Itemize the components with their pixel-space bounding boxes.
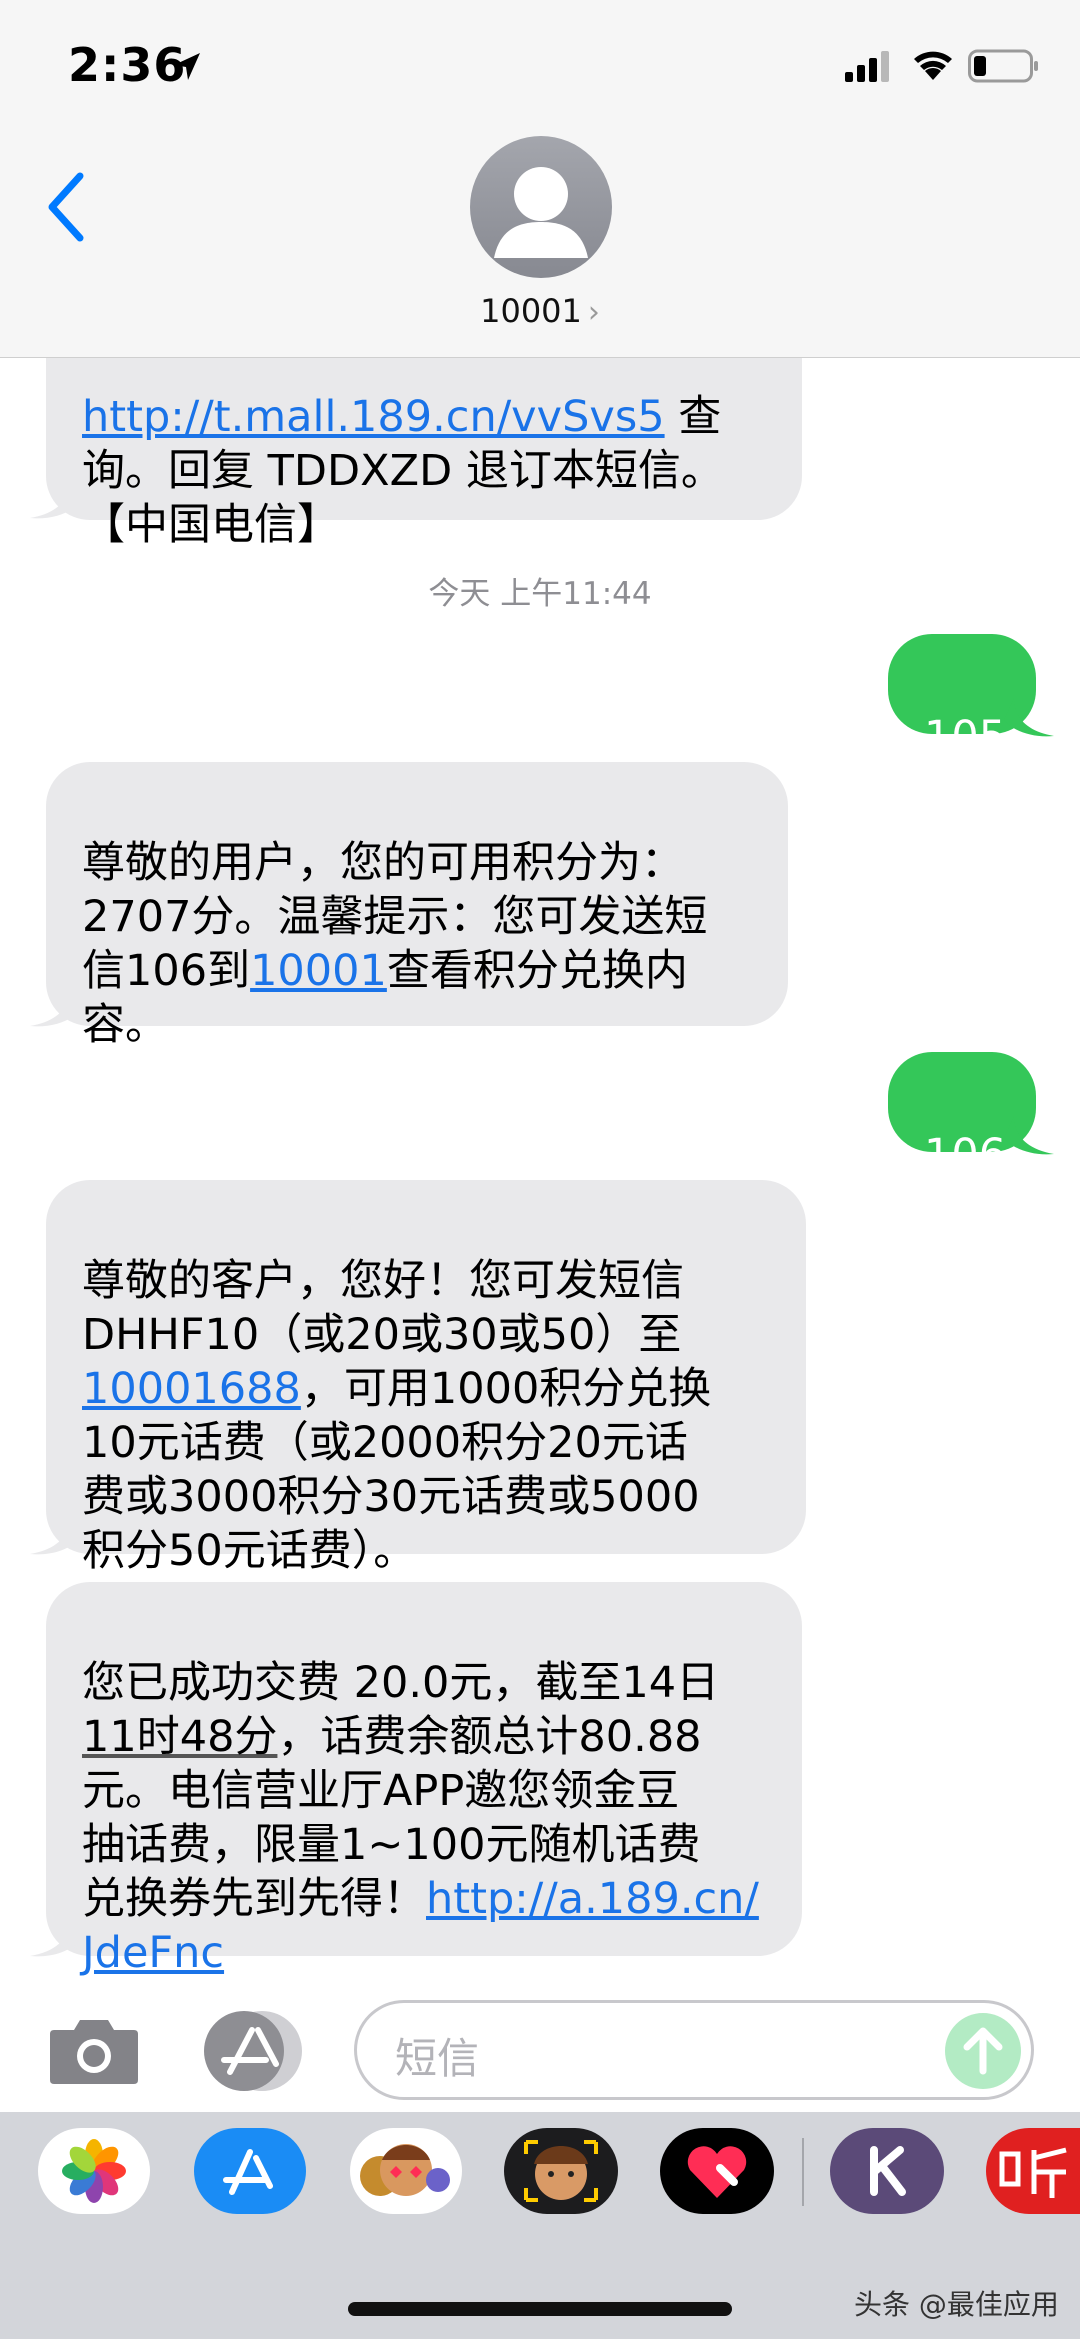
message-text: 尊敬的客户，您好！您可发短信 DHHF10（或20或30或50）至 xyxy=(82,1256,684,1360)
ting-icon[interactable] xyxy=(986,2128,1080,2214)
message-text: 询。回复 TDDXZD 退订本短信。 【中国电信】 xyxy=(82,446,724,550)
keep-icon[interactable] xyxy=(830,2128,944,2214)
bubble-tail xyxy=(30,988,80,1027)
message-bubble-received: 尊敬的客户，您好！您可发短信 DHHF10（或20或30或50）至 100016… xyxy=(46,1180,806,1576)
cellular-signal-icon xyxy=(845,51,889,82)
animoji-icon[interactable] xyxy=(504,2128,618,2214)
bubble-tail xyxy=(30,1516,80,1555)
message-text: 您已成功交费 20.0元，截至14日 xyxy=(82,1658,720,1708)
camera-icon[interactable] xyxy=(48,2012,140,2086)
arrow-up-icon xyxy=(963,2027,1003,2075)
status-time: 2:36 xyxy=(68,38,187,92)
memoji-stickers-icon[interactable] xyxy=(350,2128,462,2214)
contact-name: 10001 xyxy=(480,292,582,330)
message-link[interactable]: http://t.mall.189.cn/vvSvs5 xyxy=(82,392,665,442)
phone-number-link[interactable]: 10001688 xyxy=(82,1364,301,1414)
chevron-right-icon: › xyxy=(587,295,600,330)
home-indicator[interactable] xyxy=(348,2302,732,2316)
wifi-icon xyxy=(914,51,952,80)
message-input-placeholder: 短信 xyxy=(395,2034,480,2083)
person-icon xyxy=(494,167,588,258)
app-store-button-icon[interactable] xyxy=(200,2008,304,2094)
bubble-tail xyxy=(1004,1116,1054,1155)
navigation-header: 2:36 10001 › xyxy=(0,0,1080,358)
digital-touch-icon[interactable] xyxy=(660,2128,774,2214)
drawer-divider xyxy=(802,2138,804,2206)
battery-icon xyxy=(968,49,1038,83)
date-separator: 今天 上午11:44 xyxy=(428,576,652,612)
contact-name-button[interactable]: 10001 › xyxy=(0,292,1080,330)
message-text: 查 xyxy=(664,392,722,442)
message-text: 106 xyxy=(924,1130,1007,1180)
message-bubble-received: 您已成功交费 20.0元，截至14日 11时48分，话费余额总计80.88 元。… xyxy=(46,1582,802,1978)
contact-avatar[interactable] xyxy=(470,136,612,278)
photos-icon[interactable] xyxy=(38,2128,150,2214)
bubble-tail xyxy=(30,1918,80,1957)
message-input[interactable]: 短信 xyxy=(354,2000,1034,2100)
watermark: 头条 @最佳应用 xyxy=(854,2288,1059,2321)
bubble-tail xyxy=(1004,698,1054,737)
back-chevron-icon[interactable] xyxy=(42,170,90,244)
location-arrow-icon xyxy=(174,53,200,80)
date-time-link[interactable]: 11时48分 xyxy=(82,1712,277,1762)
phone-number-link[interactable]: 10001 xyxy=(250,946,387,996)
message-text: 105 xyxy=(924,712,1007,762)
bubble-tail xyxy=(30,480,80,519)
send-button[interactable] xyxy=(945,2013,1021,2089)
message-bubble-received: 尊敬的用户，您的可用积分为： 2707分。温馨提示：您可发送短 信106到100… xyxy=(46,762,788,1050)
app-store-icon[interactable] xyxy=(194,2128,306,2214)
